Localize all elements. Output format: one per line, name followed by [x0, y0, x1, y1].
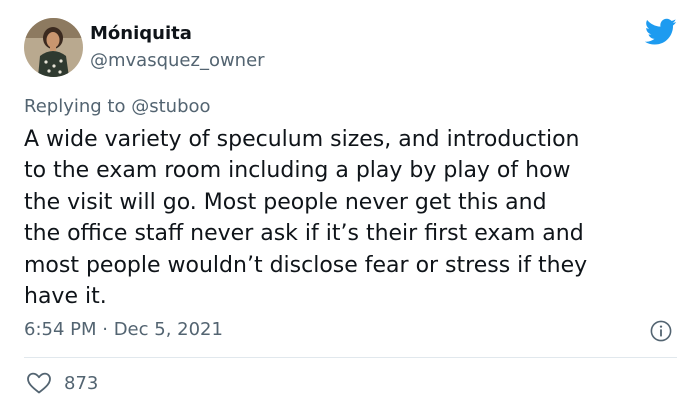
tweet-card: Móniquita @mvasquez_owner Replying to @s… — [0, 0, 700, 410]
avatar[interactable] — [24, 18, 83, 77]
like-action[interactable]: 873 — [24, 371, 98, 395]
info-icon[interactable] — [650, 320, 672, 342]
replying-to: Replying to @stuboo — [24, 96, 211, 117]
tweet-text: A wide variety of speculum sizes, and in… — [24, 127, 588, 310]
divider — [24, 357, 677, 358]
display-name[interactable]: Móniquita — [90, 23, 192, 44]
heart-icon[interactable] — [26, 371, 52, 395]
twitter-bird-icon[interactable] — [645, 18, 677, 46]
user-handle[interactable]: @mvasquez_owner — [90, 50, 265, 71]
profile-photo-icon — [24, 18, 83, 77]
like-count: 873 — [64, 372, 99, 394]
reply-prefix: Replying to — [24, 96, 126, 117]
reply-mention-link[interactable]: @stuboo — [131, 96, 210, 117]
tweet-timestamp[interactable]: 6:54 PM · Dec 5, 2021 — [24, 319, 223, 340]
